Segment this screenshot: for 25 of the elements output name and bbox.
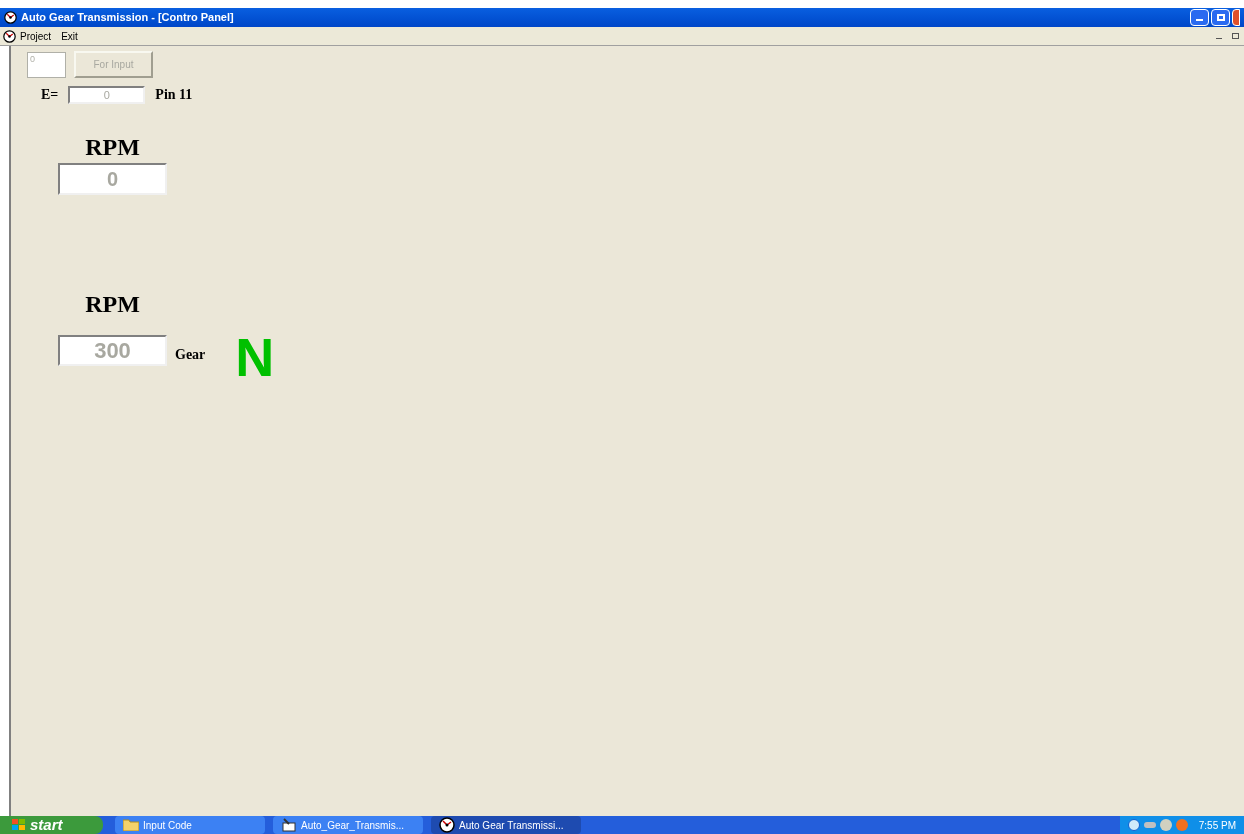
e-field[interactable]: 0 [68,85,146,104]
taskbar-button[interactable]: Input Code [115,816,265,834]
app-icon [4,11,17,24]
minimize-button[interactable] [1190,9,1209,26]
e-label: E= [41,86,59,104]
folder-icon [123,819,139,831]
gear-indicator: N [235,332,275,382]
gear-label: Gear [175,345,206,364]
clock: 7:55 PM [1198,818,1236,833]
rpm-field[interactable]: 0 [58,163,167,195]
tool-icon [281,817,297,833]
start-button[interactable]: start [0,816,103,834]
rpm-label: RPM [84,133,141,161]
child-restore-icon[interactable] [1229,30,1241,42]
window-title: Auto Gear Transmission - [Contro Panel] [21,10,234,26]
rpm-field[interactable]: 300 [58,334,167,366]
taskbar-button[interactable]: Auto_Gear_Transmis... [273,816,423,834]
windows-logo-icon [12,819,26,831]
close-button[interactable] [1232,9,1240,26]
rpm-label: RPM [84,290,141,318]
restore-button[interactable] [1211,9,1230,26]
menu-item[interactable]: Exit [61,28,78,44]
pin-label: Pin 11 [155,86,193,104]
menu-item[interactable]: Project [20,28,52,44]
taskbar-button[interactable]: Auto Gear Transmissi... [431,816,581,834]
